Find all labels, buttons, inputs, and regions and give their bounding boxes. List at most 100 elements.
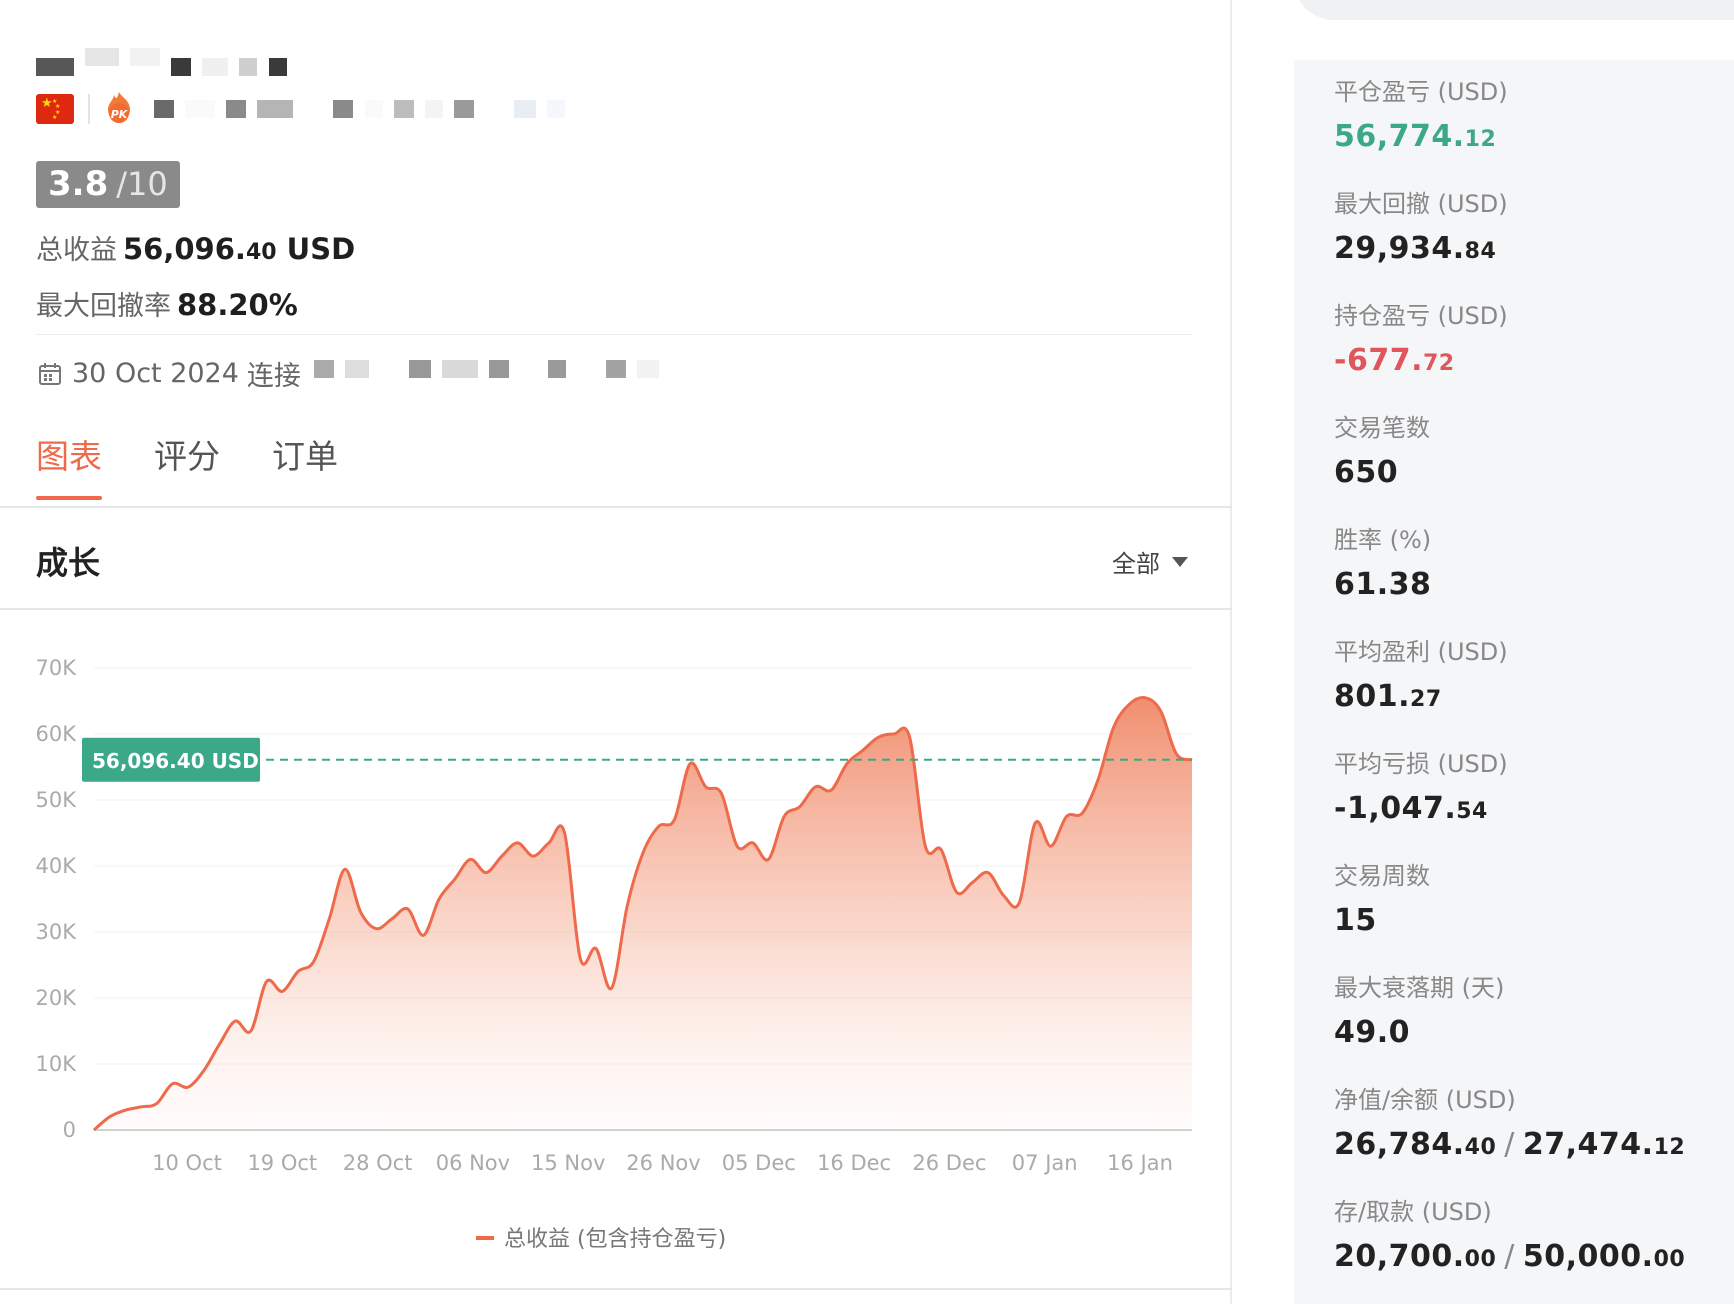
score-value: 3.8	[48, 164, 109, 204]
stat-value-dec: 00	[1653, 1247, 1686, 1272]
stats-panel: 平仓盈亏 (USD) 56,774.12 最大回撤 (USD) 29,934.84 持仓…	[1294, 60, 1734, 1304]
stat-label: 平均盈利 (USD)	[1334, 638, 1508, 666]
range-dropdown[interactable]: 全部	[1112, 544, 1188, 579]
stat-value-dec: 72	[1422, 351, 1455, 376]
svg-text:PK: PK	[111, 108, 129, 121]
total-return-label: 总收益	[36, 235, 117, 266]
x-tick-label: 06 Nov	[436, 1151, 510, 1175]
china-flag-icon: ★ ★ ★ ★ ★	[36, 94, 74, 124]
x-tick-label: 15 Nov	[531, 1151, 605, 1175]
trader-profile-panel: ★ ★ ★ ★ ★ PK 3.8 /10 总收益 56,096.40 USD 最…	[0, 0, 1232, 1304]
max-drawdown-rate-value: 88.20%	[177, 288, 298, 322]
stat-value: 61.38	[1334, 567, 1431, 602]
stat-value-dec: 27	[1410, 687, 1442, 712]
section-title: 成长	[36, 544, 101, 582]
divider	[0, 1288, 1232, 1290]
stat-max-drawdown: 最大回撤 (USD) 29,934.84	[1334, 184, 1508, 266]
x-tick-label: 16 Dec	[817, 1151, 891, 1175]
stat-value-int: 49.0	[1334, 1015, 1411, 1050]
stat-value: 801.27	[1334, 679, 1508, 714]
legend-swatch	[476, 1236, 494, 1240]
stat-value-int: -1,047.	[1334, 791, 1457, 826]
stat-label: 平仓盈亏 (USD)	[1334, 78, 1508, 106]
growth-chart: 70K 60K 50K 40K 30K 20K 10K 0 10 Oct 19 Oct 28 Oc…	[36, 656, 1193, 1252]
blurred-trader-name	[36, 48, 293, 77]
stat-max-decline-period: 最大衰落期 (天) 49.0	[1334, 968, 1504, 1050]
stat-value-int: 61.38	[1334, 567, 1432, 602]
stat-value-int: -677.	[1334, 343, 1423, 378]
score-max: /10	[116, 165, 168, 203]
stat-win-rate: 胜率 (%) 61.38	[1334, 520, 1431, 602]
stat-value: -1,047.54	[1334, 791, 1508, 826]
y-tick-label: 10K	[36, 1052, 78, 1076]
stat-value-dec: 12	[1464, 127, 1497, 152]
stat-deposit-withdrawal: 存/取款 (USD) 20,700.00/50,000.00	[1334, 1192, 1685, 1274]
stat-value: 29,934.84	[1334, 231, 1508, 266]
legend-label: 总收益 (包含持仓盈亏)	[504, 1227, 726, 1252]
tab-orders[interactable]: 订单	[272, 430, 338, 500]
stat-value-int: 801.	[1334, 679, 1411, 714]
x-tick-label: 05 Dec	[722, 1151, 796, 1175]
total-return-dec: 40	[245, 240, 277, 265]
max-drawdown-rate-label: 最大回撤率	[36, 291, 171, 322]
x-tick-label: 10 Oct	[152, 1151, 222, 1175]
stat-value-dec: 00	[1464, 1247, 1497, 1272]
y-tick-label: 50K	[36, 788, 78, 812]
stat-value-dec: 12	[1653, 1135, 1686, 1160]
header-tab-decoration	[1294, 0, 1734, 20]
stat-label: 交易笔数	[1334, 414, 1430, 442]
x-tick-label: 28 Oct	[343, 1151, 413, 1175]
stat-label: 平均亏损 (USD)	[1334, 750, 1508, 778]
connected-info: 30 Oct 2024 连接	[38, 354, 301, 393]
y-tick-label: 70K	[36, 656, 78, 680]
stat-equity-balance: 净值/余额 (USD) 26,784.40 /27,474.12	[1334, 1080, 1685, 1162]
stat-label: 存/取款 (USD)	[1334, 1198, 1492, 1226]
pk-flame-icon: PK	[108, 92, 130, 123]
stat-avg-profit: 平均盈利 (USD) 801.27	[1334, 632, 1508, 714]
stat-value: 20,700.00/50,000.00	[1334, 1239, 1685, 1274]
total-return-int: 56,096.	[123, 232, 246, 266]
y-tick-label: 30K	[36, 920, 78, 944]
divider	[36, 334, 1192, 335]
stat-value-dec: 54	[1456, 799, 1488, 824]
caret-down-icon	[1172, 556, 1188, 567]
stat-trading-weeks: 交易周数 15	[1334, 856, 1430, 938]
max-drawdown-rate: 最大回撤率 88.20%	[36, 284, 298, 323]
stat-label: 最大衰落期 (天)	[1334, 974, 1505, 1002]
y-tick-label: 0	[63, 1118, 76, 1142]
stat-label: 胜率 (%)	[1334, 526, 1432, 554]
chart-legend[interactable]: 总收益 (包含持仓盈亏)	[476, 1227, 726, 1252]
divider	[0, 608, 1232, 610]
stat-value: 15	[1334, 903, 1430, 938]
slash-separator: /	[1504, 1239, 1515, 1274]
stat-value-int: 27,474.	[1522, 1127, 1654, 1162]
stat-value: 650	[1334, 455, 1430, 490]
calendar-icon	[39, 362, 61, 385]
x-tick-label: 26 Nov	[626, 1151, 700, 1175]
stat-value: -677.72	[1334, 343, 1508, 378]
stat-trade-count: 交易笔数 650	[1334, 408, 1430, 490]
y-tick-label: 40K	[36, 854, 78, 878]
x-tick-label: 16 Jan	[1107, 1151, 1173, 1175]
stat-open-pnl: 持仓盈亏 (USD) -677.72	[1334, 296, 1508, 378]
slash-separator: /	[1504, 1127, 1515, 1162]
divider	[0, 506, 1232, 508]
blurred-broker-name	[314, 360, 665, 379]
stat-closed-pnl: 平仓盈亏 (USD) 56,774.12	[1334, 72, 1508, 154]
x-tick-label: 07 Jan	[1012, 1151, 1078, 1175]
tab-bar: 图表 评分 订单	[36, 430, 390, 500]
range-dropdown-label: 全部	[1112, 550, 1160, 578]
stat-avg-loss: 平均亏损 (USD) -1,047.54	[1334, 744, 1508, 826]
stat-label: 净值/余额 (USD)	[1334, 1086, 1516, 1114]
x-tick-label: 26 Dec	[912, 1151, 986, 1175]
tab-chart[interactable]: 图表	[36, 430, 102, 500]
tab-score[interactable]: 评分	[154, 430, 220, 500]
stat-value: 56,774.12	[1334, 119, 1508, 154]
divider	[88, 94, 90, 124]
stat-label: 持仓盈亏 (USD)	[1334, 302, 1508, 330]
stat-label: 最大回撤 (USD)	[1334, 190, 1508, 218]
stat-value-int: 29,934.	[1334, 231, 1465, 266]
stat-value-dec: 40	[1464, 1135, 1497, 1160]
blurred-badges	[154, 100, 571, 119]
stat-value: 26,784.40 /27,474.12	[1334, 1127, 1685, 1162]
